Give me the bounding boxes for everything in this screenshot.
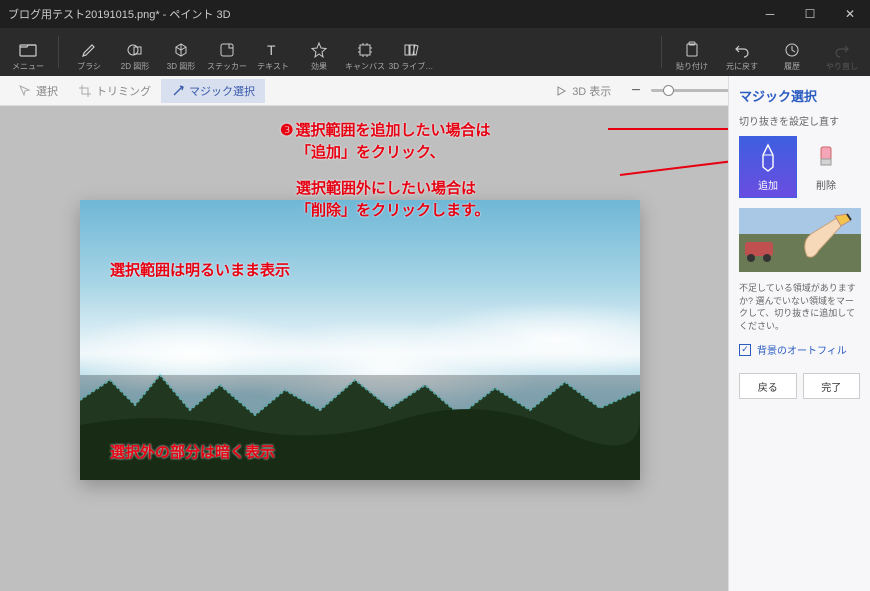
paste-icon (683, 41, 701, 59)
folder-icon (19, 41, 37, 59)
shapes-3d-icon (172, 41, 190, 59)
brush-tool[interactable]: ブラシ (67, 39, 111, 74)
select-button[interactable]: 選択 (8, 79, 68, 103)
annotation-step3-line1: 選択範囲を追加したい場合は (280, 120, 490, 143)
3d-view-button[interactable]: 3D 表示 (544, 79, 621, 103)
work-area: 選択範囲は明るいまま表示 選択外の部分は暗く表示 選択範囲を追加したい場合は 「… (0, 106, 728, 591)
history-button[interactable]: 履歴 (770, 39, 814, 74)
pencil-add-icon (756, 143, 780, 173)
eraser-icon (814, 143, 838, 173)
magic-select-button[interactable]: マジック選択 (161, 79, 265, 103)
preview-thumb (739, 208, 861, 272)
ribbon: メニュー ブラシ 2D 図形 3D 図形 ステッカー T テキスト 効果 (0, 28, 870, 76)
svg-text:T: T (267, 42, 276, 58)
dim-overlay (80, 375, 640, 480)
titlebar: ブログ用テスト20191015.png* - ペイント 3D ─ ☐ ✕ (0, 0, 870, 28)
canvas-image[interactable]: 選択範囲は明るいまま表示 選択外の部分は暗く表示 (80, 200, 640, 480)
brush-icon (80, 41, 98, 59)
annotation-step3-line2: 「追加」をクリック、 (296, 142, 445, 165)
canvas-tool[interactable]: キャンバス (343, 39, 387, 74)
play-icon (554, 84, 568, 98)
history-icon (783, 41, 801, 59)
back-button[interactable]: 戻る (739, 373, 797, 399)
canvas-icon (356, 41, 374, 59)
annotation-dark: 選択外の部分は暗く表示 (110, 442, 275, 465)
cursor-icon (18, 84, 32, 98)
undo-icon (733, 41, 751, 59)
annotation-remove-line2: 「削除」をクリックします。 (296, 200, 490, 223)
autofill-checkbox[interactable]: ✓ 背景のオートフィル (729, 332, 870, 367)
menu-button[interactable]: メニュー (6, 39, 50, 74)
shapes-2d-icon (126, 41, 144, 59)
paste-button[interactable]: 貼り付け (670, 39, 714, 74)
crop-icon (78, 84, 92, 98)
sticker-icon (218, 41, 236, 59)
annotation-bright: 選択範囲は明るいまま表示 (110, 260, 290, 283)
remove-tool[interactable]: 削除 (797, 136, 855, 198)
library-icon (402, 41, 420, 59)
hand-pencil-icon (797, 212, 857, 266)
check-icon: ✓ (739, 344, 751, 356)
close-button[interactable]: ✕ (830, 0, 870, 28)
redo-icon (833, 41, 851, 59)
magic-icon (171, 84, 185, 98)
pointer-line-add (608, 128, 748, 130)
done-button[interactable]: 完了 (803, 373, 861, 399)
text-tool[interactable]: T テキスト (251, 39, 295, 74)
maximize-button[interactable]: ☐ (790, 0, 830, 28)
panel-description: 不足している領域がありますか? 選んでいない領域をマークして、切り抜きに追加して… (729, 282, 870, 332)
add-tool[interactable]: 追加 (739, 136, 797, 198)
trimming-button[interactable]: トリミング (68, 79, 161, 103)
effects-icon (310, 41, 328, 59)
annotation-remove-line1: 選択範囲外にしたい場合は (296, 178, 476, 201)
undo-button[interactable]: 元に戻す (720, 39, 764, 74)
3d-shapes-tool[interactable]: 3D 図形 (159, 39, 203, 74)
2d-shapes-tool[interactable]: 2D 図形 (113, 39, 157, 74)
text-icon: T (264, 41, 282, 59)
3d-library-tool[interactable]: 3D ライブ… (389, 39, 433, 74)
side-panel: マジック選択 切り抜きを設定し直す 追加 削除 不足している領域があります (728, 76, 870, 591)
panel-subtitle: 切り抜きを設定し直す (729, 111, 870, 136)
minimize-button[interactable]: ─ (750, 0, 790, 28)
panel-title: マジック選択 (729, 76, 870, 111)
effects-tool[interactable]: 効果 (297, 39, 341, 74)
sticker-tool[interactable]: ステッカー (205, 39, 249, 74)
zoom-out-button[interactable]: − (631, 82, 640, 100)
redo-button: やり直し (820, 39, 864, 74)
window-title: ブログ用テスト20191015.png* - ペイント 3D (8, 6, 231, 22)
